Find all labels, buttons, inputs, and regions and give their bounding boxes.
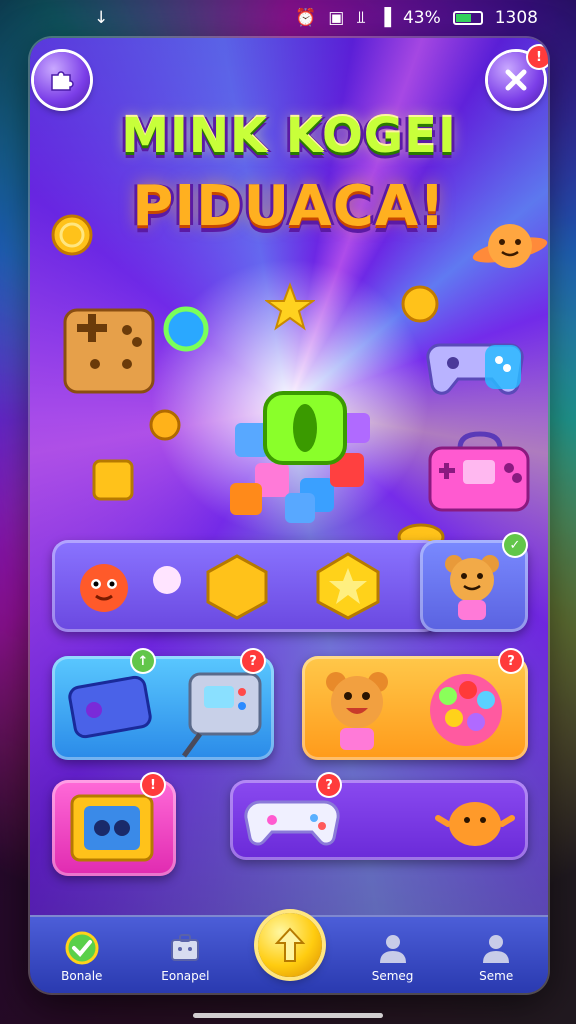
nav-item-bonale[interactable]: Bonale (37, 931, 127, 983)
clock: 1308 (494, 8, 538, 28)
dice-cube-icon (92, 459, 134, 501)
battery-icon (452, 11, 483, 25)
person-icon (379, 935, 406, 963)
panel-badge: ? (242, 650, 264, 672)
home-indicator[interactable] (193, 1013, 383, 1018)
game-title-line1: MINK KOGEI (121, 108, 457, 164)
robot-console-icon (181, 672, 262, 758)
star-icon (265, 282, 315, 331)
close-icon (505, 69, 527, 91)
close-badge: ! (528, 46, 548, 68)
item-panel-row2-left[interactable]: ↑ ? (52, 650, 274, 760)
gem-icon (163, 306, 209, 352)
bear-character-icon (445, 555, 499, 620)
status-bar: ↓ ⏰ ▣ ⫫ ▐ 43% 1308 (0, 0, 576, 36)
panel-badge: ? (500, 650, 522, 672)
battery-percent: 43% (402, 8, 441, 28)
item-panel-row3-left[interactable]: ! (52, 774, 176, 876)
candy-bowl-icon (430, 674, 502, 746)
item-panel-row3-right[interactable]: ? (230, 774, 528, 860)
nav-label: Eonapel (161, 969, 210, 983)
person-icon (483, 935, 510, 963)
gamepad-icon (426, 343, 524, 395)
planet-character-icon (472, 224, 548, 268)
coin-icon (401, 285, 439, 323)
gold-cube-icon (206, 554, 268, 620)
gamepad-icon (244, 800, 340, 846)
nav-label: Seme (479, 969, 514, 983)
signal-icon: ▐ (377, 8, 391, 28)
item-panel-row1-small[interactable]: ✓ (420, 534, 528, 632)
orange-monster-icon (80, 564, 128, 612)
arrow-up-icon (274, 927, 306, 962)
nav-item-semeg[interactable]: Semeg (348, 931, 438, 983)
panel-badge: ! (142, 774, 164, 796)
blue-console-icon (68, 675, 152, 739)
check-shield-icon (65, 931, 99, 965)
sparkle-icon (153, 566, 181, 594)
briefcase-icon (171, 934, 200, 961)
star-cube-icon (316, 552, 380, 620)
orange-blob-character-icon (435, 802, 515, 846)
nav-item-seme[interactable]: Seme (451, 931, 541, 983)
panel-badge: ? (318, 774, 340, 796)
panel-badge: ✓ (504, 534, 526, 556)
panel-badge: ↑ (132, 650, 154, 672)
close-button[interactable]: ! (488, 46, 548, 108)
frame-character-icon (70, 794, 154, 862)
nav-label: Semeg (371, 969, 414, 983)
usb-icon: ↓ (94, 8, 109, 28)
handheld-console-icon (428, 431, 530, 512)
puzzle-button[interactable] (34, 52, 90, 108)
nfc-icon: ▣ (328, 8, 345, 28)
nav-label: Bonale (61, 969, 103, 983)
wifi-icon: ⫫ (356, 8, 366, 28)
nav-item-eonapel[interactable]: Eonapel (140, 931, 230, 983)
center-play-button[interactable] (258, 913, 322, 977)
puzzle-icon (51, 71, 74, 91)
coin-icon (149, 409, 181, 441)
item-panel-row2-right[interactable]: ? (302, 650, 528, 760)
coin-icon (51, 214, 93, 256)
blocks-pile-icon (230, 391, 370, 523)
game-screen: ! MINK KOGEI PIDUACA! ✓ ↑ ? ? ! ? Bonale… (30, 38, 548, 993)
gamebox-character-icon (63, 308, 155, 394)
bear-character-icon (326, 672, 388, 750)
item-panel-row1[interactable] (52, 540, 440, 632)
alarm-icon: ⏰ (295, 8, 317, 28)
